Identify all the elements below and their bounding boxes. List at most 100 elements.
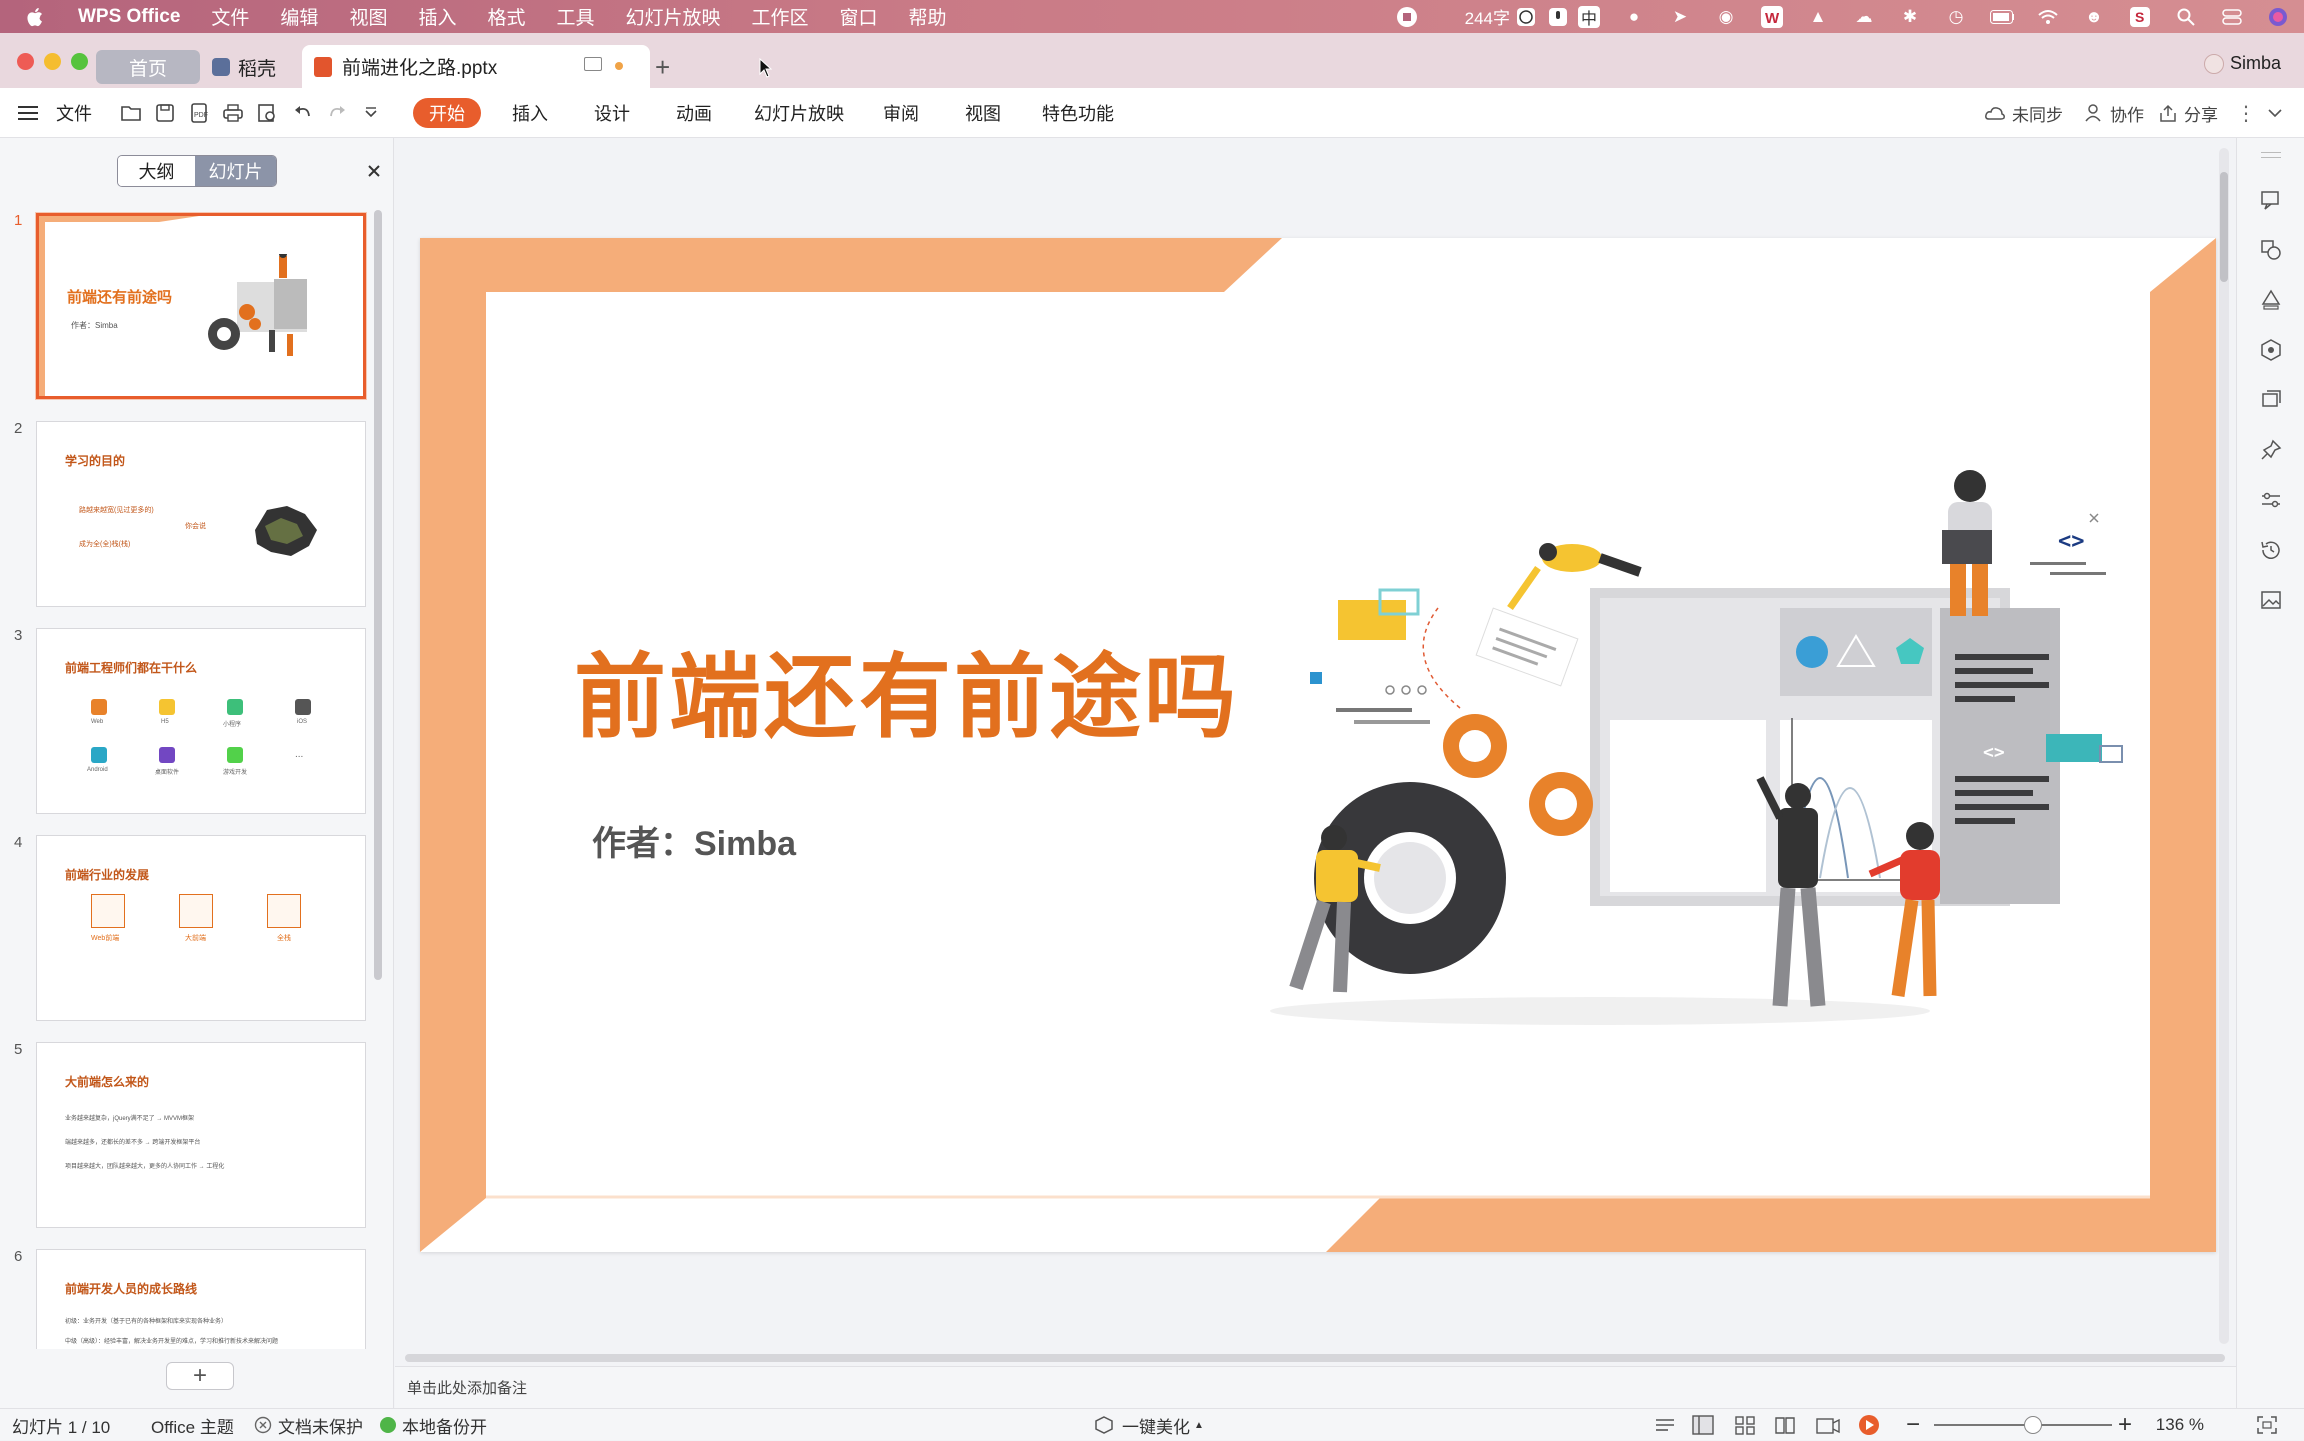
tab-document[interactable]: 前端进化之路.pptx bbox=[302, 45, 650, 88]
slide-thumbnail-4[interactable]: 前端行业的发展 Web前端 大前端 全栈 bbox=[36, 835, 366, 1021]
redo-icon[interactable] bbox=[326, 102, 348, 124]
export-pdf-icon[interactable]: PDF bbox=[188, 102, 210, 124]
notes-toggle-icon[interactable] bbox=[1654, 1415, 1676, 1435]
animation-icon[interactable] bbox=[2259, 338, 2283, 362]
slide-thumbnail-3[interactable]: 前端工程师们都在干什么 Web H5 小程序 iOS Android 桌面软件 … bbox=[36, 628, 366, 814]
share-button[interactable]: 分享 bbox=[2158, 88, 2218, 138]
reading-view-icon[interactable] bbox=[1774, 1415, 1796, 1435]
backup-status[interactable]: 本地备份开 bbox=[380, 1409, 487, 1441]
maximize-window-button[interactable] bbox=[71, 53, 88, 70]
shortcut-icon[interactable]: ▲ bbox=[1806, 5, 1830, 29]
pin-icon[interactable] bbox=[2259, 438, 2283, 462]
comment-icon[interactable] bbox=[2259, 188, 2283, 212]
zoom-slider-handle[interactable] bbox=[2024, 1416, 2042, 1434]
tab-view[interactable]: 视图 bbox=[965, 88, 1001, 138]
bluetooth-icon[interactable]: ✱ bbox=[1898, 5, 1922, 29]
slide-thumbnail-6[interactable]: 前端开发人员的成长路线 初级：业务开发（基于已有的各种框架和库来实现各种业务） … bbox=[36, 1249, 366, 1349]
play-slideshow-icon[interactable] bbox=[1858, 1414, 1880, 1436]
wps-icon[interactable]: W bbox=[1760, 5, 1784, 29]
menu-view[interactable]: 视图 bbox=[349, 3, 387, 30]
siri-icon[interactable] bbox=[2266, 5, 2290, 29]
wechat-icon[interactable]: ◉ bbox=[1714, 5, 1738, 29]
presenter-view-icon[interactable] bbox=[1816, 1415, 1840, 1435]
battery-icon[interactable] bbox=[1990, 5, 2014, 29]
slide-thumbnail-2[interactable]: 学习的目的 路越来越宽(见过更多的) 你会说 成为全(全)栈(栈) bbox=[36, 421, 366, 607]
tab-daoke[interactable]: 稻壳 bbox=[212, 50, 292, 84]
clock-icon[interactable]: ◷ bbox=[1944, 5, 1968, 29]
paint-icon[interactable] bbox=[2259, 288, 2283, 312]
more-options-icon[interactable]: ⋮ bbox=[2236, 88, 2256, 138]
collapse-ribbon-icon[interactable] bbox=[2264, 102, 2286, 124]
menu-workspace[interactable]: 工作区 bbox=[752, 3, 809, 30]
sync-status-button[interactable]: 未同步 bbox=[1984, 88, 2063, 138]
tab-design[interactable]: 设计 bbox=[594, 88, 630, 138]
theme-button[interactable]: Office 主题 bbox=[151, 1409, 234, 1441]
undo-icon[interactable] bbox=[292, 102, 314, 124]
emoji-icon[interactable] bbox=[1514, 5, 1538, 29]
menu-window[interactable]: 窗口 bbox=[840, 3, 878, 30]
input-method-icon[interactable]: 中 bbox=[1578, 5, 1600, 28]
image-gallery-icon[interactable] bbox=[2259, 588, 2283, 612]
tab-insert[interactable]: 插入 bbox=[512, 88, 548, 138]
notes-pane[interactable]: 单击此处添加备注 bbox=[395, 1366, 2236, 1408]
settings-sliders-icon[interactable] bbox=[2259, 488, 2283, 512]
control-center-icon[interactable] bbox=[2220, 5, 2244, 29]
tab-review[interactable]: 审阅 bbox=[883, 88, 919, 138]
apple-icon[interactable] bbox=[26, 6, 46, 28]
close-panel-icon[interactable] bbox=[367, 164, 381, 178]
tab-present-icon[interactable] bbox=[584, 57, 602, 71]
send-icon[interactable]: ➤ bbox=[1668, 5, 1692, 29]
menu-slideshow[interactable]: 幻灯片放映 bbox=[626, 3, 721, 30]
outline-tab[interactable]: 大纲 bbox=[118, 156, 196, 186]
zoom-slider-track[interactable] bbox=[1934, 1424, 2112, 1426]
save-icon[interactable] bbox=[154, 102, 176, 124]
menu-edit[interactable]: 编辑 bbox=[280, 3, 318, 30]
user-account-icon[interactable]: ☻ bbox=[2082, 5, 2106, 29]
print-icon[interactable] bbox=[222, 102, 244, 124]
tab-animation[interactable]: 动画 bbox=[676, 88, 712, 138]
current-slide[interactable]: 前端还有前途吗 作者：Simba <> <> bbox=[420, 238, 2216, 1252]
cloud-icon[interactable]: ☁ bbox=[1852, 5, 1876, 29]
new-tab-button[interactable]: + bbox=[655, 48, 679, 86]
microphone-icon[interactable] bbox=[1546, 5, 1570, 29]
slides-panel-icon[interactable] bbox=[2259, 388, 2283, 412]
slide-thumbnail-1[interactable]: 前端还有前途吗 作者：Simba bbox=[36, 213, 366, 399]
add-slide-button[interactable]: + bbox=[166, 1362, 234, 1390]
file-menu-button[interactable]: 文件 bbox=[18, 88, 92, 138]
protection-status[interactable]: 文档未保护 bbox=[254, 1409, 363, 1441]
toolbar-more-icon[interactable] bbox=[360, 102, 382, 124]
wifi-icon[interactable] bbox=[2036, 5, 2060, 29]
menu-format[interactable]: 格式 bbox=[487, 3, 525, 30]
menu-help[interactable]: 帮助 bbox=[909, 3, 947, 30]
tab-start[interactable]: 开始 bbox=[413, 98, 481, 128]
tab-features[interactable]: 特色功能 bbox=[1042, 88, 1114, 138]
record-stop-icon[interactable] bbox=[1395, 5, 1419, 29]
slide-author[interactable]: 作者：Simba bbox=[592, 816, 796, 865]
canvas-vertical-scrollbar[interactable] bbox=[2219, 148, 2229, 1344]
canvas-vertical-scroll-thumb[interactable] bbox=[2220, 172, 2228, 282]
app-name[interactable]: WPS Office bbox=[78, 6, 180, 28]
app-s-icon[interactable]: S bbox=[2128, 5, 2152, 29]
close-window-button[interactable] bbox=[17, 53, 34, 70]
normal-view-icon[interactable] bbox=[1692, 1415, 1714, 1435]
fit-window-icon[interactable] bbox=[2256, 1415, 2278, 1435]
tab-slideshow[interactable]: 幻灯片放映 bbox=[754, 88, 844, 138]
menu-file[interactable]: 文件 bbox=[211, 3, 249, 30]
zoom-out-button[interactable]: − bbox=[1906, 1409, 1920, 1441]
open-folder-icon[interactable] bbox=[120, 102, 142, 124]
zoom-level[interactable]: 136 % bbox=[2134, 1409, 2204, 1441]
collaborate-button[interactable]: 协作 bbox=[2084, 88, 2144, 138]
shapes-icon[interactable] bbox=[2259, 238, 2283, 262]
slide-thumbnail-5[interactable]: 大前端怎么来的 业务越来越复杂，jQuery满不足了 → MVVM框架 端越来越… bbox=[36, 1042, 366, 1228]
search-icon[interactable] bbox=[2174, 5, 2198, 29]
zoom-in-button[interactable]: + bbox=[2118, 1409, 2132, 1441]
menu-tools[interactable]: 工具 bbox=[556, 3, 594, 30]
qq-icon[interactable]: ● bbox=[1622, 5, 1646, 29]
history-icon[interactable] bbox=[2259, 538, 2283, 562]
slides-tab[interactable]: 幻灯片 bbox=[195, 156, 276, 186]
thumbnail-scrollbar[interactable] bbox=[374, 210, 382, 980]
user-profile[interactable]: Simba bbox=[2204, 53, 2281, 74]
menu-insert[interactable]: 插入 bbox=[418, 3, 456, 30]
tab-home[interactable]: 首页 bbox=[96, 50, 200, 84]
canvas-horizontal-scrollbar[interactable] bbox=[405, 1354, 2225, 1362]
